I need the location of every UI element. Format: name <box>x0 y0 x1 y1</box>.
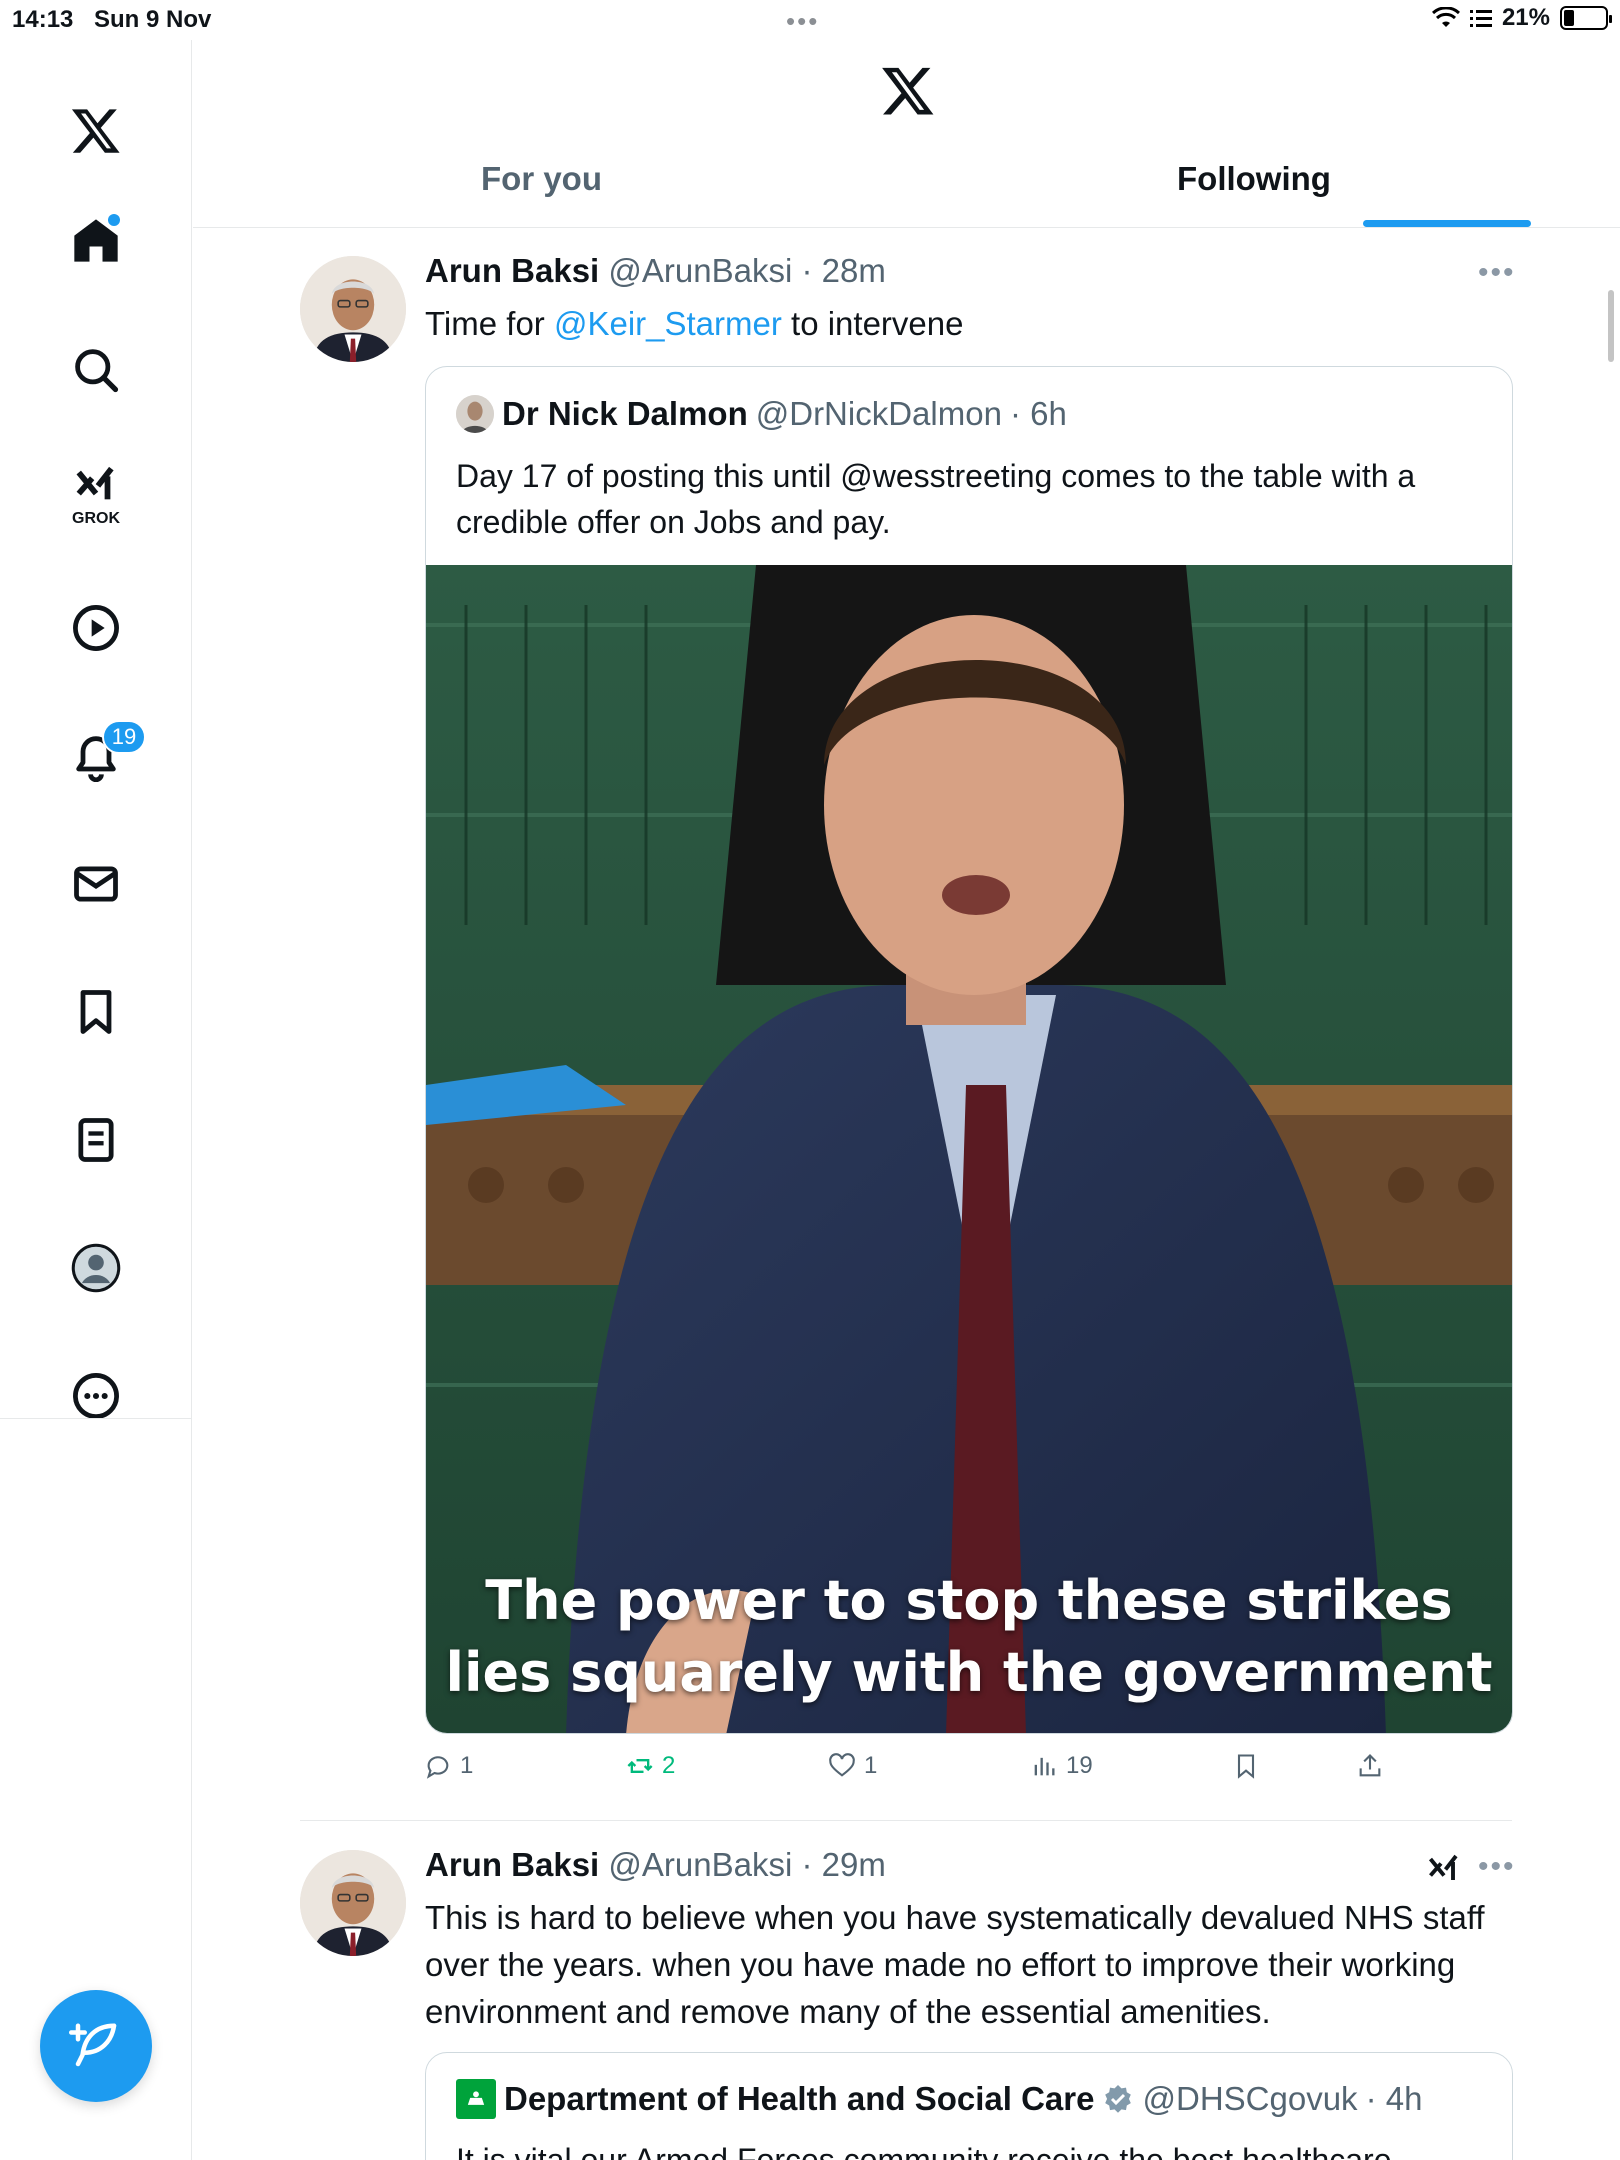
author-handle[interactable]: @ArunBaksi <box>608 1846 792 1883</box>
focus-list-icon <box>1469 10 1492 27</box>
tweet-time[interactable]: · 28m <box>801 252 885 289</box>
tweet-more-icon[interactable]: ••• <box>1478 1850 1516 1884</box>
quoted-tweet-header: Department of Health and Social Care @DH… <box>456 2079 1422 2119</box>
video-caption: The power to stop these strikes lies squ… <box>426 1565 1512 1709</box>
quoted-tweet-text: Day 17 of posting this until @wesstreeti… <box>456 458 1416 540</box>
quoted-tweet-header: Dr Nick Dalmon @DrNickDalmon · 6h <box>456 395 1067 433</box>
quoted-tweet[interactable]: Department of Health and Social Care @DH… <box>425 2052 1513 2160</box>
home-icon[interactable] <box>56 200 136 280</box>
tab-following[interactable]: Following <box>1177 160 1331 216</box>
author-name[interactable]: Arun Baksi <box>425 252 599 289</box>
author-name[interactable]: Arun Baksi <box>425 1846 599 1883</box>
grok-label: GROK <box>72 510 120 527</box>
bookmark-button[interactable] <box>1232 1752 1260 1780</box>
quoted-avatar <box>456 395 494 433</box>
verified-badge-icon <box>1105 2085 1132 2113</box>
author-handle[interactable]: @ArunBaksi <box>608 252 792 289</box>
search-icon[interactable] <box>56 330 136 410</box>
tab-for-you[interactable]: For you <box>481 160 602 216</box>
home-unread-dot <box>108 214 120 226</box>
dhsc-logo-icon <box>456 2079 496 2119</box>
quoted-author-handle: @DrNickDalmon <box>755 395 1002 432</box>
notifications-badge: 19 <box>102 720 146 754</box>
avatar[interactable] <box>300 256 406 362</box>
status-time: 14:13 <box>12 6 74 33</box>
wifi-icon <box>1431 7 1460 27</box>
battery-percent: 21% <box>1501 4 1550 31</box>
lists-icon[interactable] <box>56 1100 136 1180</box>
sidebar-divider <box>0 1418 192 1419</box>
like-button[interactable]: 1 <box>828 1752 877 1780</box>
profile-avatar-icon[interactable] <box>56 1228 136 1308</box>
tweet-text-part: Time for <box>425 305 554 342</box>
notifications-bell-icon[interactable]: 19 <box>56 716 146 796</box>
repost-count: 2 <box>662 1752 676 1779</box>
tweet-more-icon[interactable]: ••• <box>1478 256 1516 290</box>
bookmark-icon <box>1237 1754 1255 1779</box>
multitasking-dots-icon[interactable]: ••• <box>786 6 819 37</box>
heart-icon <box>829 1753 855 1777</box>
reply-icon <box>426 1756 449 1779</box>
tweet-header: Arun Baksi @ArunBaksi · 28m <box>425 252 886 290</box>
compose-post-button[interactable] <box>40 1990 152 2102</box>
tweet-text: This is hard to believe when you have sy… <box>425 1899 1485 2030</box>
tweet-header: Arun Baksi @ArunBaksi · 29m <box>425 1846 886 1884</box>
quoted-video[interactable]: The power to stop these strikes lies squ… <box>426 565 1512 1733</box>
compose-feather-icon <box>69 2023 117 2067</box>
view-count: 19 <box>1066 1752 1093 1779</box>
reply-count: 1 <box>460 1752 474 1779</box>
repost-button[interactable]: 2 <box>626 1752 675 1780</box>
quoted-tweet-time: · 4h <box>1365 2080 1423 2117</box>
bookmarks-icon[interactable] <box>56 972 136 1052</box>
messages-mail-icon[interactable] <box>56 844 136 924</box>
status-date: Sun 9 Nov <box>94 6 212 33</box>
tweet-time[interactable]: · 29m <box>801 1846 885 1883</box>
grok-icon[interactable]: GROK <box>56 452 136 532</box>
quoted-author-name: Department of Health and Social Care <box>504 2080 1095 2117</box>
x-logo-icon[interactable] <box>56 90 136 170</box>
video-caption-line1: The power to stop these strikes <box>485 1569 1453 1632</box>
share-icon <box>1359 1754 1381 1777</box>
repost-icon <box>627 1759 653 1773</box>
quoted-author-name: Dr Nick Dalmon <box>502 395 748 432</box>
video-play-icon[interactable] <box>56 588 136 668</box>
quoted-tweet-text: It is vital our Armed Forces community r… <box>456 2142 1392 2160</box>
grok-explain-icon[interactable] <box>1426 1850 1462 1886</box>
quoted-tweet[interactable]: Dr Nick Dalmon @DrNickDalmon · 6h Day 17… <box>425 366 1513 1734</box>
like-count: 1 <box>864 1752 878 1779</box>
mention-link[interactable]: @Keir_Starmer <box>554 305 782 342</box>
share-button[interactable] <box>1356 1752 1384 1780</box>
battery-icon <box>1560 6 1612 30</box>
status-right: 21% <box>1431 4 1612 32</box>
reply-button[interactable]: 1 <box>424 1752 473 1780</box>
tweet-text: Time for @Keir_Starmer to intervene <box>425 300 963 347</box>
tweet-text-part: to intervene <box>781 305 964 342</box>
active-tab-indicator <box>1363 220 1531 227</box>
avatar[interactable] <box>300 1850 406 1956</box>
timeline-tabs: For you Following <box>193 150 1620 228</box>
sidebar: GROK 19 <box>0 40 192 1420</box>
views-chart-icon <box>1034 1757 1055 1776</box>
video-frame <box>426 565 1512 1733</box>
quoted-tweet-time: · 6h <box>1009 395 1067 432</box>
tweet-actions: 1 2 1 19 <box>424 1752 1424 1792</box>
quoted-author-handle: @DHSCgovuk <box>1142 2080 1358 2117</box>
video-caption-line2: lies squarely with the government <box>445 1641 1493 1704</box>
scrollbar[interactable] <box>1608 290 1614 362</box>
status-bar: 14:13 Sun 9 Nov ••• 21% <box>0 0 1620 40</box>
views-button[interactable]: 19 <box>1030 1752 1093 1780</box>
header-x-logo-icon[interactable] <box>880 62 936 118</box>
tweet-separator <box>300 1820 1512 1821</box>
